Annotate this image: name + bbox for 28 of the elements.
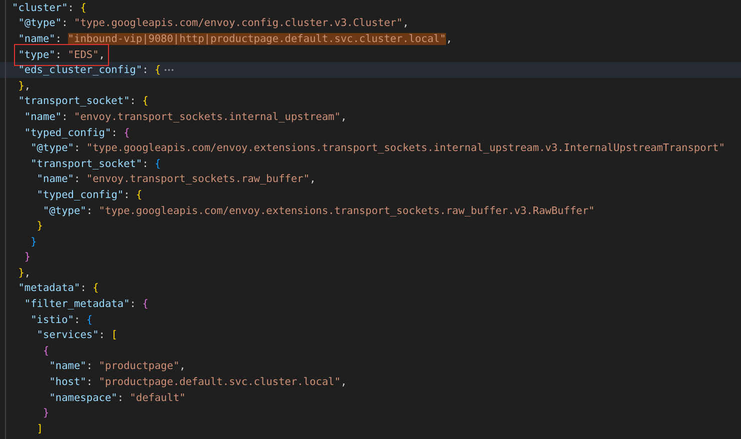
code-text: },: [18, 78, 31, 93]
code-text: "typed_config": {: [24, 126, 130, 140]
code-text: "name": "envoy.transport_sockets.internal_upstream",: [24, 110, 347, 124]
code-text: "typed_config": {: [36, 188, 142, 202]
code-text: "istio": {: [30, 312, 93, 327]
code-text: }: [36, 219, 43, 234]
code-text: "transport_socket": {: [30, 156, 161, 171]
ellipsis-icon[interactable]: [164, 67, 174, 74]
code-text: "name": "productpage",: [49, 359, 186, 374]
code-text: "name": "inbound-vip|9080|http|productpage.default.svc.cluster.local",: [18, 32, 452, 46]
code-text: "eds_cluster_config": {: [18, 63, 161, 78]
code-text: "host": "productpage.default.svc.cluster.local",: [49, 375, 347, 390]
code-text: {: [42, 344, 50, 358]
code-text: }: [42, 406, 50, 420]
code-text: "namespace": "default": [49, 390, 186, 405]
code-text: "@type": "type.googleapis.com/envoy.config.cluster.v3.Cluster",: [18, 16, 409, 30]
code-text: "filter_metadata": {: [24, 297, 148, 312]
code-text: "@type": "type.googleapis.com/envoy.extensions.transport_sockets.internal_upstream.v3.InternalUpstreamTransport": [30, 141, 725, 156]
code-text: "cluster": {: [12, 0, 86, 15]
code-text: ]: [36, 422, 43, 436]
code-text: }: [30, 234, 37, 249]
code-text: "services": [: [36, 328, 118, 342]
code-text: "transport_socket": {: [18, 94, 148, 108]
code-text: "@type": "type.googleapis.com/envoy.extensions.transport_sockets.raw_buffer.v3.RawBuffer": [42, 204, 595, 218]
code-text: },: [18, 266, 31, 280]
code-text: "name": "envoy.transport_sockets.raw_buffer",: [36, 172, 316, 186]
code-text: "metadata": {: [18, 281, 99, 296]
code-text: }: [24, 250, 31, 264]
